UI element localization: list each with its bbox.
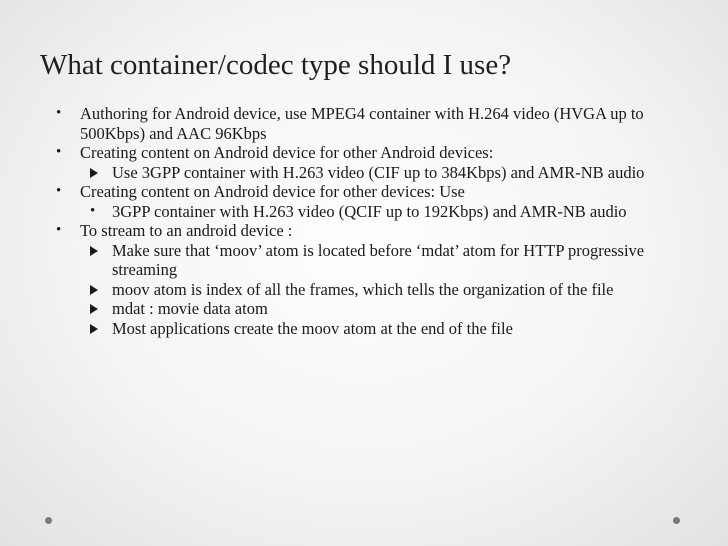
arrow-bullet-icon [90,167,98,178]
sub-bullet-text: 3GPP container with H.263 video (QCIF up… [112,201,627,221]
bullet-list: • Authoring for Android device, use MPEG… [56,104,706,338]
bullet-text: Authoring for Android device, use MPEG4 … [80,104,644,143]
bullet-text: Creating content on Android device for o… [80,143,494,162]
slide-title: What container/codec type should I use? [40,49,512,81]
bullet-item: • To stream to an android device : [56,221,706,241]
bullet-marker: • [56,105,62,121]
arrow-bullet-icon [90,323,98,334]
bullet-item: • Creating content on Android device for… [56,143,706,163]
bullet-marker: • [90,202,96,219]
bullet-marker: • [56,183,62,199]
arrow-bullet-icon [90,304,98,314]
slide: What container/codec type should I use? … [0,0,728,546]
sub-bullet-text: mdat : movie data atom [112,299,268,318]
bullet-text: To stream to an android device : [80,221,293,240]
sub-bullet-item: Use 3GPP container with H.263 video (CIF… [80,163,706,183]
bullet-text: Creating content on Android device for o… [80,182,465,201]
bullet-marker: • [56,144,62,160]
corner-dot-icon [673,517,680,524]
bullet-item: • Authoring for Android device, use MPEG… [56,104,706,143]
bullet-marker: • [56,222,62,238]
sub-bullet-item: moov atom is index of all the frames, wh… [80,280,706,300]
sub-bullet-text: moov atom is index of all the frames, wh… [112,279,614,299]
bullet-item: • Creating content on Android device for… [56,182,706,202]
sub-bullet-item: mdat : movie data atom [80,299,706,319]
sub-bullet-text: Use 3GPP container with H.263 video (CIF… [112,162,645,182]
sub-bullet-text: Make sure that ‘moov’ atom is located be… [112,240,645,280]
sub-bullet-item: • 3GPP container with H.263 video (QCIF … [80,202,706,222]
arrow-bullet-icon [90,245,98,256]
arrow-bullet-icon [90,284,98,295]
sub-bullet-item: Make sure that ‘moov’ atom is located be… [80,241,706,280]
corner-dot-icon [45,517,52,524]
sub-bullet-text: Most applications create the moov atom a… [112,318,513,338]
sub-bullet-item: Most applications create the moov atom a… [80,319,706,339]
